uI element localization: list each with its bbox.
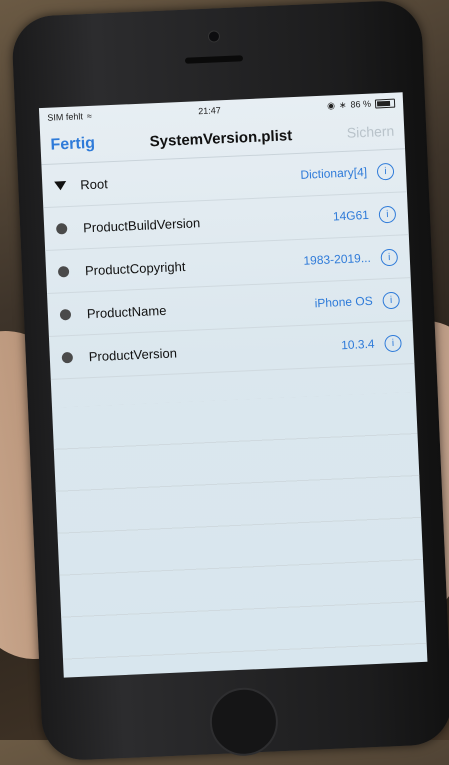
status-time: 21:47 — [198, 105, 221, 117]
page-title: SystemVersion.plist — [149, 126, 293, 150]
info-icon[interactable]: i — [384, 334, 402, 352]
info-icon[interactable]: i — [378, 205, 397, 223]
row-value: 14G61 — [332, 207, 370, 224]
empty-table-area — [52, 391, 428, 678]
row-value: 10.3.4 — [340, 336, 375, 353]
carrier-label: SIM fehlt — [47, 111, 84, 123]
row-key: ProductVersion — [88, 344, 178, 364]
battery-icon — [374, 98, 396, 108]
earpiece-speaker — [184, 55, 244, 64]
item-bullet-icon — [61, 351, 74, 363]
battery-percent: 86 % — [350, 98, 372, 110]
bluetooth-icon: ∗ — [338, 99, 347, 110]
item-bullet-icon — [55, 222, 68, 235]
row-key: ProductName — [86, 302, 167, 321]
info-icon[interactable]: i — [382, 291, 401, 309]
alarm-icon: ◉ — [326, 99, 336, 111]
row-value: 1983-2019... — [303, 250, 372, 268]
item-bullet-icon — [57, 265, 70, 277]
home-button[interactable] — [208, 686, 280, 758]
done-button[interactable]: Fertig — [50, 135, 95, 155]
row-value: iPhone OS — [314, 293, 373, 311]
phone-screen: SIM fehlt ≈ 21:47 ◉ ∗ 86 % Fertig System… — [38, 92, 428, 678]
iphone-device: SIM fehlt ≈ 21:47 ◉ ∗ 86 % Fertig System… — [10, 0, 449, 762]
row-value: Dictionary[4] — [300, 164, 368, 182]
front-camera — [207, 30, 221, 43]
info-icon[interactable]: i — [376, 162, 395, 180]
row-key: ProductCopyright — [84, 258, 186, 278]
status-right: ◉ ∗ 86 % — [326, 97, 396, 111]
row-key: ProductBuildVersion — [82, 214, 201, 235]
info-icon[interactable]: i — [380, 248, 399, 266]
item-bullet-icon — [59, 308, 72, 320]
save-button[interactable]: Sichern — [346, 123, 394, 141]
disclosure-triangle-icon[interactable] — [54, 180, 67, 191]
row-key: Root — [79, 175, 109, 192]
wifi-icon: ≈ — [86, 110, 93, 122]
status-left: SIM fehlt ≈ — [47, 111, 92, 123]
